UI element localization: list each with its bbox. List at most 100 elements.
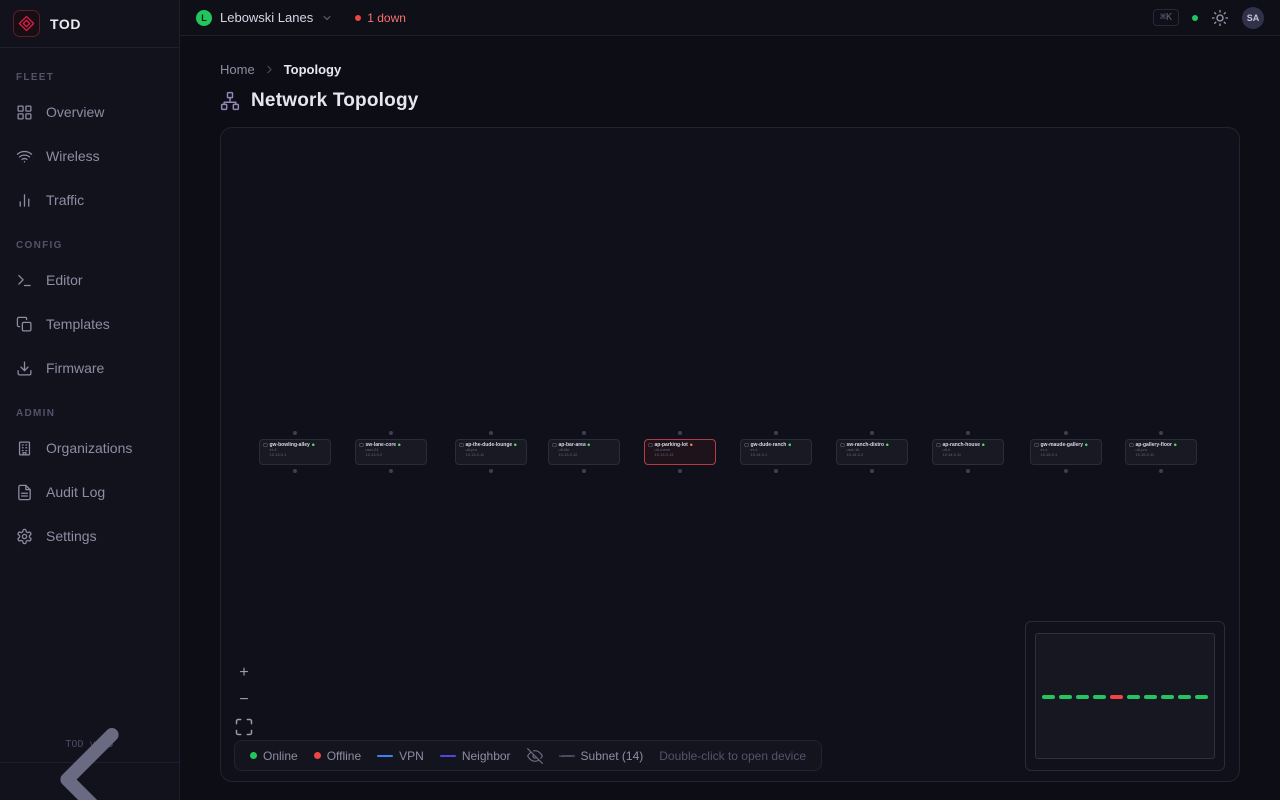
zoom-in-button[interactable]: +: [234, 663, 254, 683]
topology-node-gw-maude-gallery[interactable]: gw-maude-galleryer-x10.15.0.1: [1030, 439, 1102, 465]
eye-off-icon: [527, 748, 543, 764]
node-body: ap-ranch-houseu6-lr10.14.0.11: [933, 440, 1005, 466]
sidebar-item-label: Overview: [46, 104, 104, 120]
device-ip: 10.15.0.11: [1130, 453, 1195, 458]
link-handle-bottom: [1064, 469, 1068, 473]
topology-node-gw-bowling-alley[interactable]: gw-bowling-alleyer-410.13.0.1: [259, 439, 331, 465]
sidebar-item-settings[interactable]: Settings: [0, 514, 179, 558]
topology-node-sw-lane-core[interactable]: sw-lane-coreusw-2410.13.0.2: [355, 439, 427, 465]
status-dot-icon: [886, 444, 889, 447]
link-handle-top: [678, 431, 682, 435]
sidebar-item-label: Traffic: [46, 192, 84, 208]
sidebar-item-organizations[interactable]: Organizations: [0, 426, 179, 470]
user-avatar[interactable]: SA: [1242, 7, 1264, 29]
node-body: gw-bowling-alleyer-410.13.0.1: [260, 440, 332, 466]
sidebar-item-label: Settings: [46, 528, 97, 544]
sidebar: TOD FLEETOverviewWirelessTrafficCONFIGEd…: [0, 0, 180, 800]
device-icon: [264, 443, 268, 447]
legend-vpn-label: VPN: [399, 749, 424, 763]
node-body: ap-bar-areau6-lite10.13.0.12: [549, 440, 621, 466]
down-alert[interactable]: 1 down: [355, 11, 406, 25]
device-icon: [460, 443, 464, 447]
topology-node-ap-bar-area[interactable]: ap-bar-areau6-lite10.13.0.12: [548, 439, 620, 465]
topology-node-gw-dude-ranch[interactable]: gw-dude-rancher-x10.14.0.1: [740, 439, 812, 465]
breadcrumb-current: Topology: [284, 62, 342, 77]
app-name: TOD: [50, 16, 81, 32]
node-body: ap-parking-lotu6-mesh10.13.0.13: [645, 440, 717, 466]
link-handle-top: [1159, 431, 1163, 435]
legend-online-label: Online: [263, 749, 298, 763]
sidebar-item-editor[interactable]: Editor: [0, 258, 179, 302]
minimap-node: [1076, 695, 1089, 699]
sidebar-item-audit-log[interactable]: Audit Log: [0, 470, 179, 514]
vpn-line-swatch: [377, 755, 393, 757]
link-handle-top: [774, 431, 778, 435]
topology-node-ap-the-dude-lounge[interactable]: ap-the-dude-loungeu6-pro10.13.0.11: [455, 439, 527, 465]
org-avatar: L: [196, 10, 212, 26]
minimap-node: [1161, 695, 1174, 699]
topbar: L Lebowski Lanes 1 down ⌘K SA: [180, 0, 1280, 36]
sidebar-item-traffic[interactable]: Traffic: [0, 178, 179, 222]
app-logo-icon: [13, 10, 40, 37]
link-handle-bottom: [774, 469, 778, 473]
status-dot-icon: [982, 444, 985, 447]
link-handle-top: [582, 431, 586, 435]
link-handle-bottom: [489, 469, 493, 473]
topology-canvas[interactable]: gw-bowling-alleyer-410.13.0.1 sw-lane-cor…: [220, 127, 1240, 782]
content: Home Topology Network Topology gw-bowlin…: [180, 36, 1280, 800]
device-ip: 10.14.0.2: [841, 453, 906, 458]
canvas-hint: Double-click to open device: [659, 749, 806, 763]
breadcrumb-home-link[interactable]: Home: [220, 62, 255, 77]
device-icon: [1130, 443, 1134, 447]
device-ip: 10.13.0.11: [460, 453, 525, 458]
sidebar-item-overview[interactable]: Overview: [0, 90, 179, 134]
chevron-down-icon: [321, 12, 333, 24]
status-dot-icon: [588, 444, 591, 447]
offline-dot-icon: [355, 15, 361, 21]
node-body: sw-lane-coreusw-2410.13.0.2: [356, 440, 428, 466]
device-icon: [937, 443, 941, 447]
status-dot-icon: [1085, 444, 1088, 447]
legend-offline: Offline: [314, 749, 361, 763]
fit-view-button[interactable]: [234, 717, 254, 737]
legend-subnet-label: Subnet (14): [581, 749, 644, 763]
file-text-icon: [16, 484, 33, 501]
sidebar-nav: FLEETOverviewWirelessTrafficCONFIGEditor…: [0, 48, 179, 731]
nav-section-label: CONFIG: [0, 222, 179, 258]
sidebar-item-wireless[interactable]: Wireless: [0, 134, 179, 178]
org-selector[interactable]: L Lebowski Lanes: [196, 10, 333, 26]
sidebar-item-templates[interactable]: Templates: [0, 302, 179, 346]
grid-icon: [16, 104, 33, 121]
sidebar-item-label: Editor: [46, 272, 83, 288]
link-handle-top: [870, 431, 874, 435]
topology-node-sw-ranch-distro[interactable]: sw-ranch-distrousw-1610.14.0.2: [836, 439, 908, 465]
command-palette-shortcut[interactable]: ⌘K: [1153, 9, 1179, 26]
legend-bar: Online Offline VPN Neighbor: [234, 740, 822, 771]
app-root: TOD FLEETOverviewWirelessTrafficCONFIGEd…: [0, 0, 1280, 800]
theme-toggle-button[interactable]: [1211, 9, 1229, 27]
zoom-controls: + −: [234, 663, 254, 737]
sidebar-collapse-button[interactable]: [0, 762, 179, 800]
sidebar-item-label: Audit Log: [46, 484, 105, 500]
link-handle-bottom: [389, 469, 393, 473]
link-handle-bottom: [1159, 469, 1163, 473]
legend-neighbor: Neighbor: [440, 749, 511, 763]
zoom-out-button[interactable]: −: [234, 690, 254, 710]
toggle-subnet-visibility-button[interactable]: [527, 748, 543, 764]
minimap-node: [1178, 695, 1191, 699]
status-dot-icon: [398, 444, 401, 447]
minimap[interactable]: [1025, 621, 1225, 771]
topology-node-ap-gallery-floor[interactable]: ap-gallery-flooru6-pro10.15.0.11: [1125, 439, 1197, 465]
sun-icon: [1211, 9, 1229, 27]
topology-node-ap-parking-lot[interactable]: ap-parking-lotu6-mesh10.13.0.13: [644, 439, 716, 465]
status-dot-icon: [312, 444, 315, 447]
sidebar-item-firmware[interactable]: Firmware: [0, 346, 179, 390]
topology-node-ap-ranch-house[interactable]: ap-ranch-houseu6-lr10.14.0.11: [932, 439, 1004, 465]
link-handle-top: [489, 431, 493, 435]
offline-dot-icon: [314, 752, 321, 759]
device-ip: 10.13.0.12: [553, 453, 618, 458]
network-icon: [220, 91, 240, 111]
wifi-icon: [16, 148, 33, 165]
node-body: ap-the-dude-loungeu6-pro10.13.0.11: [456, 440, 528, 466]
chevron-left-icon: [0, 690, 179, 800]
